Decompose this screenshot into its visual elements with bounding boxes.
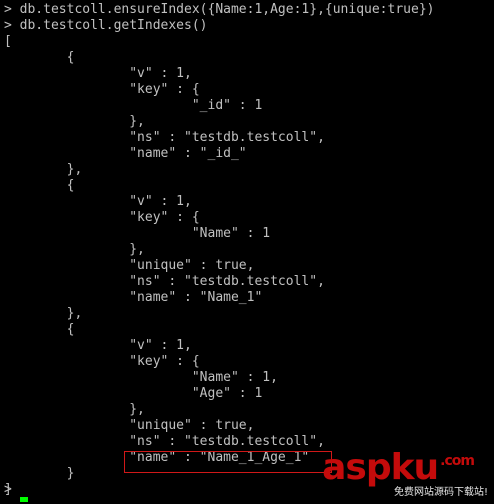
output-line: "key" : { — [4, 354, 200, 369]
output-line: }, — [4, 114, 145, 129]
output-line: }, — [4, 242, 145, 257]
output-line: "_id" : 1 — [4, 98, 263, 113]
text-cursor — [20, 497, 28, 502]
watermark-logo: aspku .com 免费网站源码下载站! — [312, 450, 488, 500]
output-line: "unique" : true, — [4, 418, 255, 433]
output-line: "v" : 1, — [4, 338, 192, 353]
output-line: { — [4, 322, 75, 337]
output-line: "key" : { — [4, 82, 200, 97]
output-line: "name" : "Name_1" — [4, 290, 263, 305]
output-line: "Name" : 1 — [4, 226, 271, 241]
watermark-logo-main: aspku — [322, 447, 439, 488]
output-line: }, — [4, 306, 83, 321]
output-line: "ns" : "testdb.testcoll", — [4, 274, 325, 289]
output-line: }, — [4, 162, 83, 177]
output-line: "unique" : true, — [4, 258, 255, 273]
command-line-ensure-index: > db.testcoll.ensureIndex({Name:1,Age:1}… — [4, 2, 435, 17]
watermark-logo-suffix: .com — [440, 453, 475, 469]
watermark-tagline: 免费网站源码下载站! — [393, 487, 488, 498]
shell-prompt: > — [4, 482, 12, 497]
output-line: [ — [4, 34, 12, 49]
output-line: "v" : 1, — [4, 194, 192, 209]
command-line-get-indexes: > db.testcoll.getIndexes() — [4, 18, 208, 33]
output-line: }, — [4, 402, 145, 417]
output-line: "v" : 1, — [4, 66, 192, 81]
highlight-box-index-name — [124, 451, 332, 473]
output-line: "Age" : 1 — [4, 386, 263, 401]
output-line: "ns" : "testdb.testcoll", — [4, 130, 325, 145]
output-line: { — [4, 178, 75, 193]
output-line: "name" : "_id_" — [4, 146, 247, 161]
output-line: { — [4, 50, 75, 65]
terminal-window[interactable]: > db.testcoll.ensureIndex({Name:1,Age:1}… — [0, 0, 494, 504]
output-line: "key" : { — [4, 210, 200, 225]
output-line: "Name" : 1, — [4, 370, 278, 385]
